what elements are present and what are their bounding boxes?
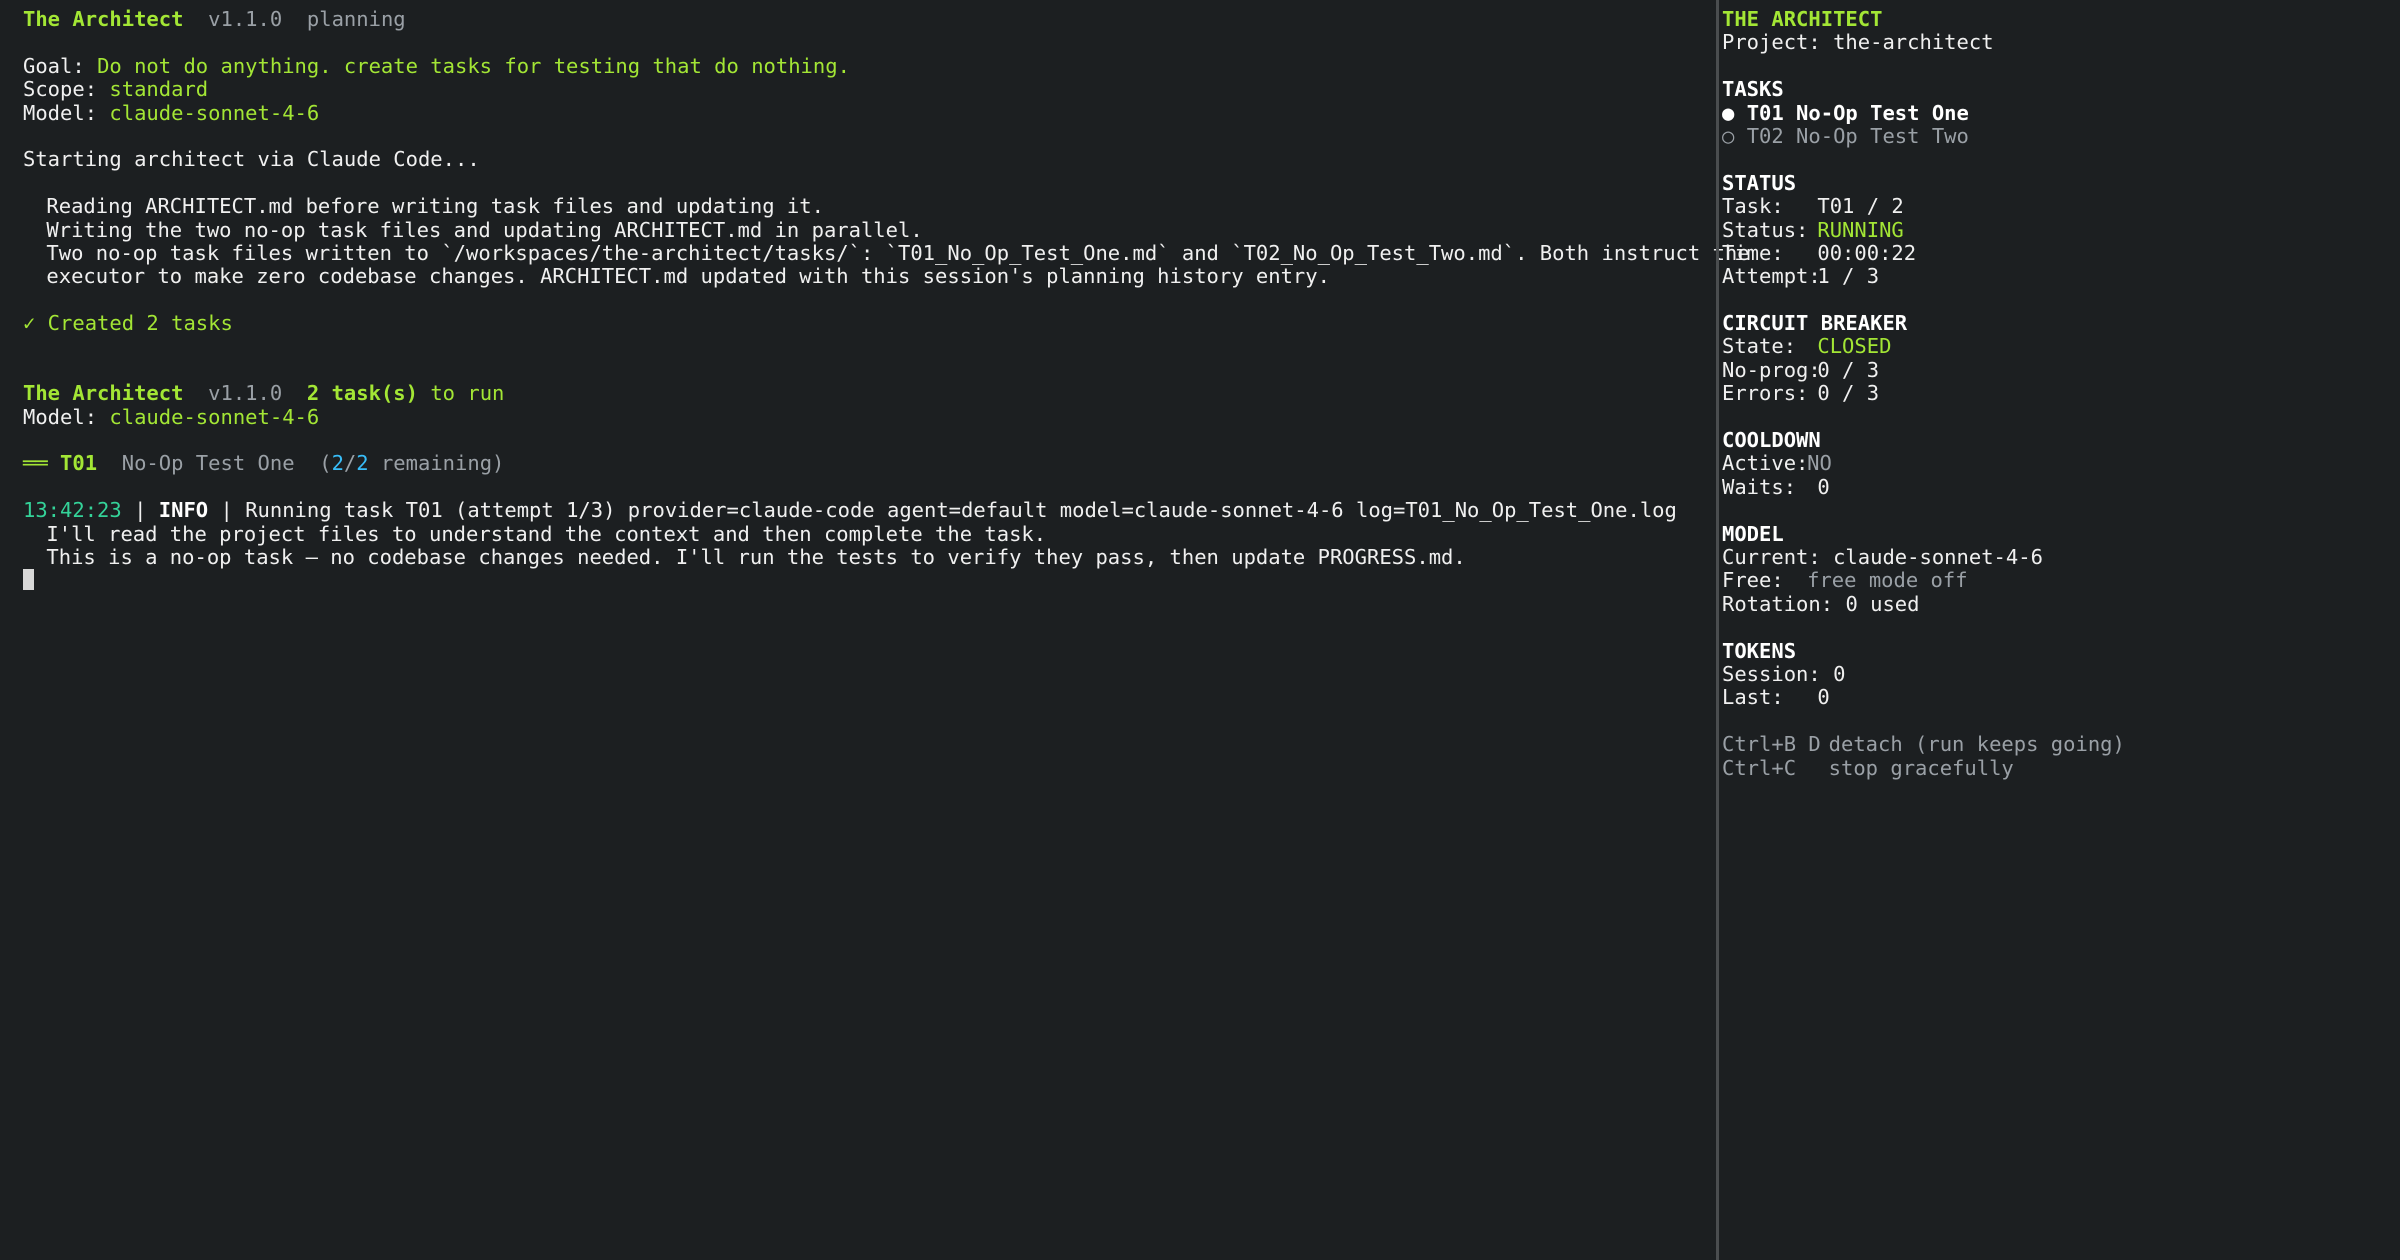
breaker-noprog-row: No-prog: 0 / 3: [1722, 357, 1880, 382]
status-badge: RUNNING: [1817, 217, 1904, 242]
breaker-state-badge: CLOSED: [1817, 334, 1892, 359]
tokens-heading: TOKENS: [1722, 638, 1797, 663]
sidebar-title: THE ARCHITECT: [1722, 7, 1883, 31]
app-name: The Architect: [23, 381, 184, 406]
run-header-line: The Architect v1.1.0 2 task(s) to run: [23, 381, 505, 406]
task-bar-icon: ══: [23, 451, 48, 476]
shortcut-hint-detach: Ctrl+B D detach (run keeps going): [1722, 732, 2125, 757]
tokens-last-row: Last: 0: [1722, 685, 1830, 710]
status-attempt-row: Attempt: 1 / 3: [1722, 264, 1880, 289]
empty-circle-icon: ○: [1722, 123, 1735, 148]
free-mode-value: free mode off: [1807, 568, 1968, 593]
log-timestamp: 13:42:23: [23, 498, 122, 523]
goal-line: Goal: Do not do anything. create tasks f…: [23, 53, 850, 78]
breaker-errors-row: Errors: 0 / 3: [1722, 381, 1880, 406]
architect-output-line: executor to make zero codebase changes. …: [46, 264, 1330, 289]
status-task-value: T01 / 2: [1817, 194, 1904, 219]
cooldown-waits-row: Waits: 0: [1722, 474, 1830, 499]
architect-output-line: Reading ARCHITECT.md before writing task…: [46, 194, 824, 219]
model-free-row: Free: free mode off: [1722, 568, 1968, 593]
model-rotation-row: Rotation: 0 used: [1722, 591, 1920, 616]
mode-label: planning: [306, 7, 406, 31]
cooldown-active-row: Active: NO: [1722, 451, 1832, 476]
model-line: Model: claude-sonnet-4-6: [23, 100, 320, 125]
model-value: claude-sonnet-4-6: [109, 404, 320, 429]
cursor-line: [23, 569, 1714, 592]
task-header-line: ══ T01 No-Op Test One (2/2 remaining): [23, 451, 505, 476]
task-name: No-Op Test One: [121, 451, 295, 476]
task-item-active: ● T01 No-Op Test One: [1722, 100, 1969, 125]
scope-value: standard: [109, 77, 209, 102]
total-count: 2: [356, 451, 369, 476]
architect-output-line: Two no-op task files written to `/worksp…: [46, 240, 1750, 265]
status-state-row: Status: RUNNING: [1722, 217, 1904, 242]
app-version: v1.1.0: [208, 381, 283, 406]
circuit-breaker-heading: CIRCUIT BREAKER: [1722, 311, 1908, 336]
model-heading: MODEL: [1722, 521, 1784, 546]
tasks-heading: TASKS: [1722, 77, 1784, 102]
task-count: 2 task(s): [306, 381, 418, 406]
current-model-value: claude-sonnet-4-6: [1833, 544, 2043, 569]
run-model-line: Model: claude-sonnet-4-6: [23, 404, 320, 429]
status-time-row: Time: 00:00:22: [1722, 240, 1917, 265]
terminal-main-pane[interactable]: The Architect v1.1.0 planning Goal: Do n…: [0, 0, 1750, 1260]
filled-circle-icon: ●: [1722, 100, 1735, 125]
status-heading: STATUS: [1722, 170, 1797, 195]
model-value: claude-sonnet-4-6: [109, 100, 320, 125]
header-line: The Architect v1.1.0 planning: [23, 7, 1714, 31]
starting-message: Starting architect via Claude Code...: [23, 147, 480, 172]
app-version: v1.1.0: [208, 7, 283, 31]
model-current-row: Current: claude-sonnet-4-6: [1722, 544, 2043, 569]
terminal-cursor[interactable]: [23, 569, 34, 591]
log-line: 13:42:23 | INFO | Running task T01 (atte…: [23, 498, 1677, 523]
pane-divider[interactable]: [1716, 0, 1719, 1260]
breaker-state-row: State: CLOSED: [1722, 334, 1892, 359]
goal-value: Do not do anything. create tasks for tes…: [97, 53, 850, 78]
remaining-count: 2: [331, 451, 344, 476]
app-name: The Architect: [23, 7, 184, 31]
project-line: Project: the-architect: [1722, 30, 1994, 55]
elapsed-time: 00:00:22: [1817, 240, 1917, 265]
architect-output-line: Writing the two no-op task files and upd…: [46, 217, 923, 242]
created-tasks-message: ✓ Created 2 tasks: [23, 311, 233, 336]
log-message: Running task T01 (attempt 1/3) provider=…: [245, 498, 1677, 523]
project-name: the-architect: [1833, 30, 1994, 55]
task-item-pending: ○ T02 No-Op Test Two: [1722, 123, 1969, 148]
task-id: T01: [60, 451, 98, 476]
scope-line: Scope: standard: [23, 77, 209, 102]
agent-output-line: I'll read the project files to understan…: [46, 521, 1047, 546]
status-sidebar: THE ARCHITECT Project: the-architect TAS…: [1722, 0, 2392, 1260]
log-level: INFO: [158, 498, 209, 523]
shortcut-hint-stop: Ctrl+C stop gracefully: [1722, 755, 2014, 780]
tokens-session-row: Session: 0: [1722, 661, 1846, 686]
status-task-row: Task: T01 / 2: [1722, 194, 1904, 219]
agent-output-line: This is a no-op task — no codebase chang…: [46, 544, 1466, 569]
cooldown-heading: COOLDOWN: [1722, 428, 1821, 453]
attempt-value: 1 / 3: [1817, 264, 1880, 289]
cooldown-active-value: NO: [1807, 451, 1832, 476]
